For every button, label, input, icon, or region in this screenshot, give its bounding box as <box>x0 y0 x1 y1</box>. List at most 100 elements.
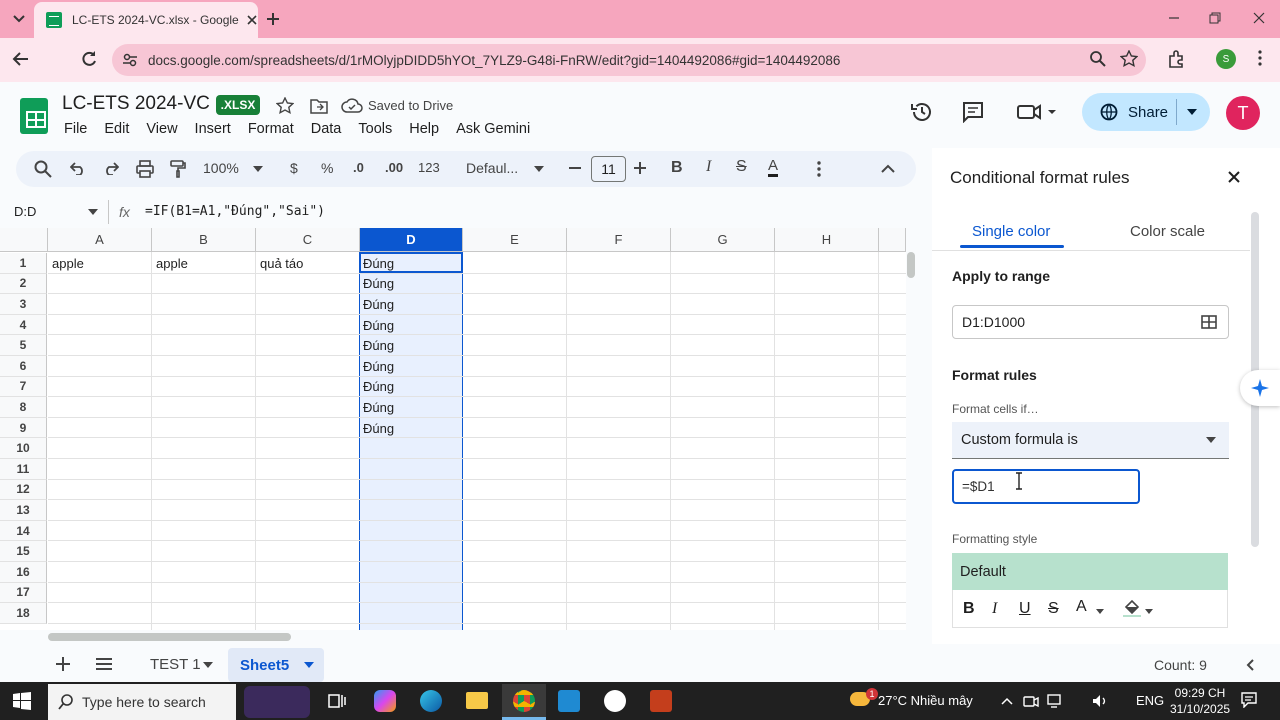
row-header-1[interactable]: 1 <box>0 253 47 274</box>
side-panel-toggle-icon[interactable] <box>1246 659 1254 671</box>
row-header-17[interactable]: 17 <box>0 582 47 604</box>
site-settings-icon[interactable] <box>122 52 138 68</box>
sheet-tab-sheet5[interactable]: Sheet5 <box>228 648 324 682</box>
menu-tools[interactable]: Tools <box>358 121 392 137</box>
more-formats-button[interactable]: 123 <box>418 160 440 175</box>
row-header-8[interactable]: 8 <box>0 397 47 418</box>
all-sheets-icon[interactable] <box>96 658 112 670</box>
menu-format[interactable]: Format <box>248 121 294 137</box>
row-header-12[interactable]: 12 <box>0 479 47 501</box>
browser-menu-icon[interactable] <box>1258 50 1262 66</box>
move-folder-icon[interactable] <box>310 98 328 114</box>
menu-ask-gemini[interactable]: Ask Gemini <box>456 121 530 137</box>
column-header-a[interactable]: A <box>48 228 152 252</box>
style-bold-button[interactable]: B <box>963 600 975 618</box>
column-header-c[interactable]: C <box>256 228 360 252</box>
share-button[interactable]: Share <box>1082 93 1210 131</box>
row-header-5[interactable]: 5 <box>0 335 47 356</box>
column-header-b[interactable]: B <box>152 228 256 252</box>
increase-decimal-button[interactable]: .00 <box>385 160 403 175</box>
zoom-icon[interactable] <box>1090 51 1106 67</box>
cell-d2[interactable]: Đúng <box>359 274 394 295</box>
text-color-button[interactable]: A <box>768 157 779 177</box>
style-italic-button[interactable]: I <box>992 600 997 618</box>
network-icon[interactable] <box>1046 694 1062 708</box>
sheet-tab-test1[interactable]: TEST 1 <box>150 656 201 673</box>
font-size-increase-icon[interactable] <box>634 162 646 174</box>
tab-single-color[interactable]: Single color <box>972 223 1050 240</box>
notifications-icon[interactable] <box>1241 692 1257 708</box>
address-bar[interactable]: docs.google.com/spreadsheets/d/1rMOlyjpD… <box>112 44 1146 76</box>
more-toolbar-icon[interactable] <box>817 161 821 177</box>
cell-d5[interactable]: Đúng <box>359 335 394 356</box>
print-icon[interactable] <box>136 160 154 178</box>
edge-icon[interactable] <box>420 690 442 712</box>
strikethrough-button[interactable]: S <box>736 158 747 176</box>
bookmark-star-icon[interactable] <box>1120 50 1138 68</box>
cell-d6[interactable]: Đúng <box>359 356 394 377</box>
add-sheet-icon[interactable] <box>56 657 70 671</box>
account-avatar[interactable]: T <box>1226 96 1260 130</box>
fill-color-icon[interactable] <box>1123 599 1141 617</box>
italic-button[interactable]: I <box>706 158 711 176</box>
tab-list-button[interactable] <box>8 8 30 30</box>
extensions-icon[interactable] <box>1167 50 1185 68</box>
decrease-decimal-button[interactable]: .0 <box>353 160 364 175</box>
volume-icon[interactable] <box>1092 694 1108 708</box>
minimize-icon[interactable] <box>1168 12 1180 24</box>
font-select[interactable]: Defaul... <box>466 160 548 176</box>
hide-menus-icon[interactable] <box>881 164 895 173</box>
search-highlight-image[interactable] <box>244 686 310 718</box>
close-tab-icon[interactable] <box>246 14 258 26</box>
new-tab-icon[interactable] <box>266 12 280 26</box>
selection-count[interactable]: Count: 9 <box>1154 657 1207 673</box>
format-percent-button[interactable]: % <box>321 160 333 176</box>
cell-d7[interactable]: Đúng <box>359 377 394 398</box>
select-range-grid-icon[interactable] <box>1201 315 1217 329</box>
menu-insert[interactable]: Insert <box>195 121 231 137</box>
format-currency-button[interactable]: $ <box>290 160 298 176</box>
tab-color-scale[interactable]: Color scale <box>1130 223 1205 240</box>
custom-formula-input[interactable]: =$D1 <box>952 469 1140 504</box>
clock-date[interactable]: 31/10/2025 <box>1170 702 1230 716</box>
row-header-13[interactable]: 13 <box>0 500 47 521</box>
row-header-10[interactable]: 10 <box>0 438 47 459</box>
row-header-7[interactable]: 7 <box>0 376 47 398</box>
menu-data[interactable]: Data <box>311 121 342 137</box>
taskbar-search-box[interactable]: Type here to search <box>48 684 236 720</box>
cell-a1[interactable]: apple <box>48 253 84 274</box>
row-header-2[interactable]: 2 <box>0 273 47 295</box>
font-size-decrease-icon[interactable] <box>569 167 581 169</box>
cell-b1[interactable]: apple <box>152 253 188 274</box>
cell-c1[interactable]: quả táo <box>256 253 303 274</box>
menu-edit[interactable]: Edit <box>104 121 129 137</box>
cell-d4[interactable]: Đúng <box>359 315 394 336</box>
row-header-16[interactable]: 16 <box>0 562 47 583</box>
reload-icon[interactable] <box>80 50 98 68</box>
cell-d8[interactable]: Đúng <box>359 397 394 418</box>
menu-view[interactable]: View <box>146 121 177 137</box>
column-header-f[interactable]: F <box>567 228 671 252</box>
style-preset-select[interactable]: Default <box>952 553 1228 590</box>
star-icon[interactable] <box>276 97 294 115</box>
horizontal-scrollbar[interactable] <box>48 633 291 641</box>
range-input[interactable]: D1:D1000 <box>952 305 1229 339</box>
font-size-input[interactable]: 11 <box>591 156 626 182</box>
menu-help[interactable]: Help <box>409 121 439 137</box>
cloud-saved-icon[interactable] <box>341 98 363 114</box>
zoom-select[interactable]: 100% <box>203 160 265 176</box>
row-header-6[interactable]: 6 <box>0 356 47 377</box>
style-text-color-button[interactable]: A <box>1076 598 1087 616</box>
name-box-dropdown-icon[interactable] <box>88 209 98 215</box>
document-title[interactable]: LC-ETS 2024-VC <box>62 93 210 115</box>
name-box[interactable]: D:D <box>14 204 36 219</box>
style-underline-button[interactable]: U <box>1019 600 1031 618</box>
profile-avatar-icon[interactable]: S <box>1216 49 1236 69</box>
search-menus-icon[interactable] <box>34 160 52 178</box>
weather-text[interactable]: 27°C Nhiều mây <box>878 693 973 708</box>
spreadsheet-grid[interactable]: A B C D E F G H 1 2 3 4 5 6 7 8 9 10 11 12 13 14 15 16 1… <box>0 228 906 630</box>
close-panel-icon[interactable] <box>1228 171 1240 183</box>
show-hidden-icons-icon[interactable] <box>1001 697 1013 705</box>
chrome-taskbar-item[interactable] <box>502 684 546 720</box>
select-all-corner[interactable] <box>0 228 48 252</box>
